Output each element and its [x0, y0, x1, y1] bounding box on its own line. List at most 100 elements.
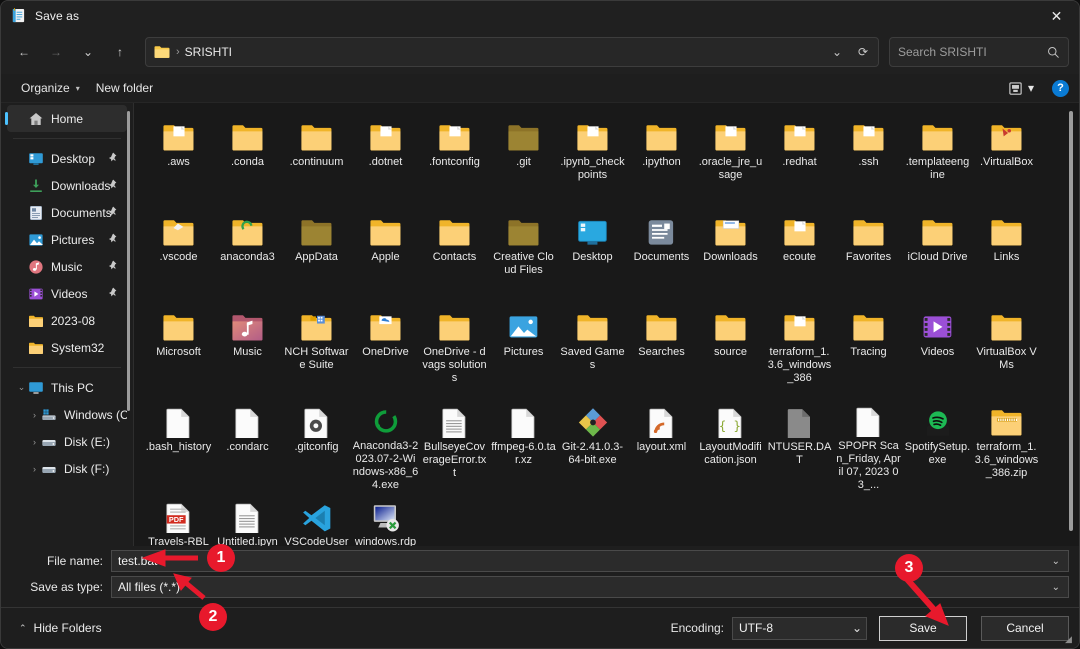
file-item[interactable]: NCH Software Suite — [282, 301, 351, 396]
file-item[interactable]: source — [696, 301, 765, 396]
file-item[interactable]: OneDrive — [351, 301, 420, 396]
sidebar-item-home[interactable]: ›Home — [5, 105, 127, 132]
file-item[interactable]: VirtualBox VMs — [972, 301, 1041, 396]
file-item[interactable]: .ssh — [834, 111, 903, 206]
file-item[interactable]: terraform_1.3.6_windows_386.zip — [972, 396, 1041, 491]
pin-icon[interactable] — [107, 233, 117, 246]
file-item[interactable]: SpotifySetup.exe — [903, 396, 972, 491]
search-box[interactable]: Search SRISHTI — [889, 37, 1069, 67]
resize-grip-icon[interactable]: ◢ — [1065, 635, 1075, 645]
file-item[interactable]: .dotnet — [351, 111, 420, 206]
file-item[interactable]: .vscode — [144, 206, 213, 301]
file-item[interactable]: .templateengine — [903, 111, 972, 206]
file-item[interactable]: iCloud Drive — [903, 206, 972, 301]
file-item[interactable]: Searches — [627, 301, 696, 396]
file-item[interactable]: layout.xml — [627, 396, 696, 491]
file-item[interactable]: AppData — [282, 206, 351, 301]
file-item[interactable]: NTUSER.DAT — [765, 396, 834, 491]
file-list-pane[interactable]: .aws .conda .continuum .dotnet .fontconf… — [134, 103, 1079, 546]
cancel-button[interactable]: Cancel — [981, 615, 1069, 641]
file-item[interactable]: .aws — [144, 111, 213, 206]
file-item[interactable]: .ipython — [627, 111, 696, 206]
file-list-scrollbar[interactable] — [1069, 111, 1073, 531]
chevron-right-icon[interactable]: › — [28, 437, 41, 447]
file-item[interactable]: Creative Cloud Files — [489, 206, 558, 301]
save-button[interactable]: Save — [879, 615, 967, 641]
address-dropdown-icon[interactable]: ⌄ — [824, 39, 850, 65]
file-item[interactable]: windows.rdp — [351, 491, 420, 546]
refresh-icon[interactable]: ⟳ — [850, 39, 876, 65]
file-item[interactable]: .ipynb_checkpoints — [558, 111, 627, 206]
sidebar-scrollbar[interactable] — [127, 111, 130, 411]
file-item[interactable]: Untitled.ipynb — [213, 491, 282, 546]
file-item[interactable]: Contacts — [420, 206, 489, 301]
sidebar-item-music[interactable]: ›Music — [7, 253, 127, 280]
file-item[interactable]: anaconda3 — [213, 206, 282, 301]
sidebar-item-system32[interactable]: ›System32 — [7, 334, 127, 361]
file-item[interactable]: ffmpeg-6.0.tar.xz — [489, 396, 558, 491]
chevron-down-icon[interactable]: ⌄ — [852, 621, 862, 635]
file-item[interactable]: Pictures — [489, 301, 558, 396]
breadcrumb[interactable]: SRISHTI — [185, 45, 824, 59]
sidebar-item-2023-08[interactable]: ›2023-08 — [7, 307, 127, 334]
file-item[interactable]: .redhat — [765, 111, 834, 206]
file-item[interactable]: BullseyeCoverageError.txt — [420, 396, 489, 491]
encoding-select[interactable]: UTF-8 ⌄ — [732, 616, 867, 640]
forward-icon[interactable]: → — [41, 37, 71, 67]
file-item[interactable]: .gitconfig — [282, 396, 351, 491]
file-item[interactable]: .condarc — [213, 396, 282, 491]
back-icon[interactable]: ← — [9, 37, 39, 67]
file-item[interactable]: Git-2.41.0.3-64-bit.exe — [558, 396, 627, 491]
chevron-down-icon[interactable]: ⌄ — [1048, 582, 1064, 593]
file-item[interactable]: Apple — [351, 206, 420, 301]
file-item[interactable]: .continuum — [282, 111, 351, 206]
help-button[interactable]: ? — [1052, 79, 1069, 97]
up-icon[interactable]: ↑ — [105, 37, 135, 67]
pin-icon[interactable] — [107, 152, 117, 165]
savetype-select[interactable]: All files (*.*) ⌄ — [111, 576, 1069, 598]
chevron-right-icon[interactable]: › — [28, 410, 41, 420]
sidebar-item-disk-f[interactable]: › Disk (F:) — [7, 455, 127, 482]
sidebar-item-pictures[interactable]: ›Pictures — [7, 226, 127, 253]
file-item[interactable]: Videos — [903, 301, 972, 396]
pin-icon[interactable] — [107, 287, 117, 300]
pin-icon[interactable] — [107, 179, 117, 192]
view-options-button[interactable]: ▾ — [1002, 78, 1040, 99]
sidebar-item-desktop[interactable]: ›Desktop — [7, 145, 127, 172]
sidebar-item-disk-e[interactable]: › Disk (E:) — [7, 428, 127, 455]
file-item[interactable]: Tracing — [834, 301, 903, 396]
file-item[interactable]: ecoute — [765, 206, 834, 301]
sidebar-item-documents[interactable]: ›Documents — [7, 199, 127, 226]
file-item[interactable]: PDF Travels-RBLFL2647768.pdf — [144, 491, 213, 546]
sidebar-item-downloads[interactable]: ›Downloads — [7, 172, 127, 199]
file-item[interactable]: Saved Games — [558, 301, 627, 396]
file-item[interactable]: Downloads — [696, 206, 765, 301]
file-item[interactable]: { } LayoutModification.json — [696, 396, 765, 491]
file-item[interactable]: Documents — [627, 206, 696, 301]
file-item[interactable]: terraform_1.3.6_windows_386 — [765, 301, 834, 396]
search-input[interactable]: Search SRISHTI — [898, 45, 1047, 59]
file-item[interactable]: Links — [972, 206, 1041, 301]
recent-locations-icon[interactable]: ⌄ — [73, 37, 103, 67]
file-item[interactable]: .bash_history — [144, 396, 213, 491]
file-item[interactable]: .git — [489, 111, 558, 206]
new-folder-button[interactable]: New folder — [88, 78, 161, 98]
encoding-value[interactable]: UTF-8 — [739, 621, 852, 635]
file-item[interactable]: .fontconfig — [420, 111, 489, 206]
sidebar-item-videos[interactable]: ›Videos — [7, 280, 127, 307]
file-item[interactable]: Music — [213, 301, 282, 396]
file-item[interactable]: .conda — [213, 111, 282, 206]
chevron-right-icon[interactable]: › — [28, 464, 41, 474]
savetype-value[interactable]: All files (*.*) — [118, 580, 1048, 594]
chevron-down-icon[interactable]: ⌄ — [15, 382, 28, 393]
file-item[interactable]: Desktop — [558, 206, 627, 301]
sidebar-item-this-pc[interactable]: ⌄ This PC — [7, 374, 127, 401]
pin-icon[interactable] — [107, 260, 117, 273]
organize-button[interactable]: Organize ▾ — [13, 78, 88, 98]
file-item[interactable]: Microsoft — [144, 301, 213, 396]
file-item[interactable]: Favorites — [834, 206, 903, 301]
file-item[interactable]: VSCodeUserSetup-x64-1.73.1.exe — [282, 491, 351, 546]
sidebar-item-windows-c[interactable]: › Windows (C:) — [7, 401, 127, 428]
file-item[interactable]: SPOPR Scan_Friday, April 07, 2023 03_... — [834, 396, 903, 491]
address-bar[interactable]: › SRISHTI ⌄ ⟳ — [145, 37, 879, 67]
